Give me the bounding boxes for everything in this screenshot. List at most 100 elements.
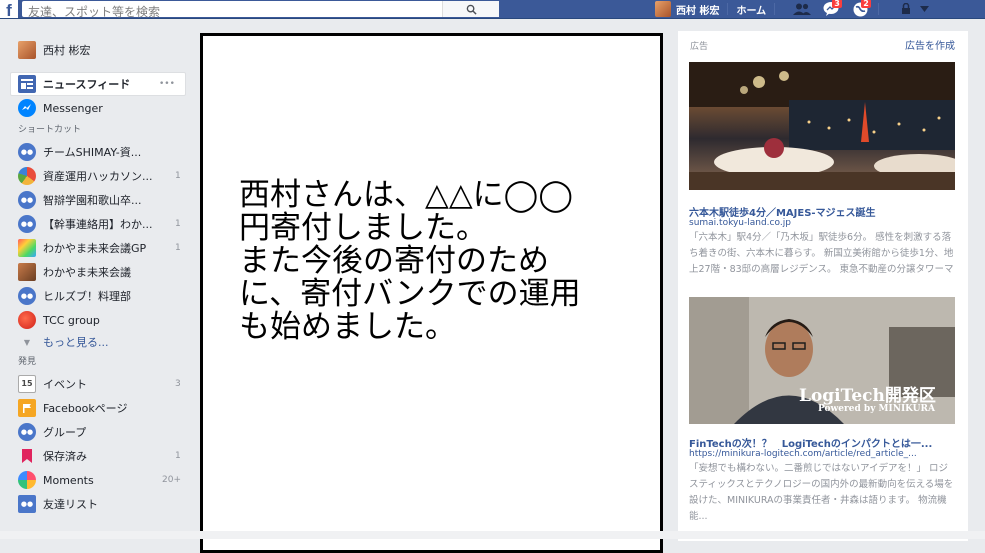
see-more-label: もっと見る... <box>43 336 109 349</box>
top-user-name[interactable]: 西村 彬宏 <box>676 2 719 17</box>
explore-label: Moments <box>43 473 94 487</box>
shortcut-label: 資産運用ハッカソン... <box>43 170 153 183</box>
group-photo-icon <box>18 263 36 281</box>
ad-title[interactable]: 六本木駅徒歩4分／MAJES-マジェス誕生 <box>689 204 957 219</box>
shortcut-count: 1 <box>175 171 181 181</box>
pie-chart-icon <box>18 167 36 185</box>
ad-description: 「妄想でも構わない。二番煎じではないアイデアを！」 ロジスティックスとテクノロジ… <box>689 463 954 522</box>
groups-icon: ●● <box>18 423 36 441</box>
ad-image-subtitle: Powered by MINIKURA <box>818 404 935 414</box>
shortcut-item[interactable]: 資産運用ハッカソン... 1 <box>0 164 200 188</box>
friend-requests-icon <box>793 3 812 15</box>
explore-label: グループ <box>43 426 87 439</box>
sidebar-item-friend-lists[interactable]: ●● 友達リスト <box>0 492 200 516</box>
profile-avatar <box>18 41 36 59</box>
messenger-icon <box>18 99 36 117</box>
friends-list-icon: ●● <box>18 495 36 513</box>
chevron-down-icon: ▼ <box>23 337 31 347</box>
explore-title: 発見 <box>18 357 37 367</box>
donation-announcement-panel: 西村さんは、△△に◯◯ 円寄付しました。 また今後の寄付のため に、寄付バンクで… <box>200 33 663 553</box>
tomato-icon <box>18 311 36 329</box>
ad-description: 「六本木」駅4分／「乃木坂」駅徒歩6分。 感性を刺激する落ち着きの街、六本木に暮… <box>689 232 954 275</box>
bottom-strip <box>0 531 985 539</box>
explore-label: イベント <box>43 378 87 391</box>
ad-image-restaurant[interactable] <box>689 62 955 190</box>
shortcut-count: 1 <box>175 219 181 229</box>
calendar-icon: 15 <box>18 375 36 393</box>
messages-button[interactable]: 3 <box>821 0 842 18</box>
shortcut-label: わかやま未来会議 <box>43 266 131 279</box>
shortcut-item[interactable]: TCC group <box>0 308 200 332</box>
explore-label: 友達リスト <box>43 498 98 511</box>
sidebar-item-messenger[interactable]: Messenger <box>0 96 200 120</box>
ads-header: 広告 <box>690 42 709 52</box>
shortcut-label: TCC group <box>43 313 100 327</box>
top-divider <box>727 3 729 15</box>
group-icon: ●● <box>18 191 36 209</box>
sidebar-item-pages[interactable]: Facebookページ <box>0 396 200 420</box>
ad-title[interactable]: FinTechの次！？ LogiTechのインパクトとは一... <box>689 435 957 450</box>
ad-image-title: LogiTech開発区 <box>799 386 936 406</box>
sidebar-profile-link[interactable]: 西村 彬宏 <box>0 38 200 62</box>
donation-message: 西村さんは、△△に◯◯ 円寄付しました。 また今後の寄付のため に、寄付バンクで… <box>239 177 581 345</box>
restaurant-photo <box>689 62 955 190</box>
see-more-link[interactable]: ▼ もっと見る... <box>0 332 200 352</box>
ad-url[interactable]: https://minikura-logitech.com/article/re… <box>689 449 957 459</box>
shortcut-item[interactable]: ●● チームSHIMAY-資... <box>0 140 200 164</box>
top-divider <box>878 3 880 15</box>
explore-label: 保存済み <box>43 450 87 463</box>
sidebar-user-name: 西村 彬宏 <box>43 44 91 57</box>
shortcut-label: チームSHIMAY-資... <box>43 146 142 159</box>
explore-count: 3 <box>175 379 181 389</box>
home-link[interactable]: ホーム <box>736 2 766 17</box>
sidebar-item-groups[interactable]: ●● グループ <box>0 420 200 444</box>
bookmark-icon <box>18 447 36 465</box>
sidebar-item-moments[interactable]: Moments 20+ <box>0 468 200 492</box>
shortcuts-title: ショートカット <box>18 125 82 135</box>
explore-count: 1 <box>175 451 181 461</box>
group-icon: ●● <box>18 143 36 161</box>
news-feed-more-icon[interactable]: ••• <box>159 79 175 89</box>
explore-label: Facebookページ <box>43 402 128 415</box>
shortcut-item[interactable]: わかやま未来会議 <box>0 260 200 284</box>
moments-icon <box>18 471 36 489</box>
messenger-label: Messenger <box>43 101 103 115</box>
explore-count: 20+ <box>162 475 181 485</box>
search-button[interactable] <box>442 1 499 17</box>
shortcut-item[interactable]: わかやま未来会議GP 1 <box>0 236 200 260</box>
group-icon: ●● <box>18 215 36 233</box>
rainbow-group-icon <box>18 239 36 257</box>
news-feed-icon <box>18 75 36 93</box>
top-divider <box>774 3 776 15</box>
shortcut-label: 智辯学園和歌山卒... <box>43 194 142 207</box>
search-box <box>22 1 499 20</box>
sidebar-item-news-feed[interactable]: ニュースフィード ••• <box>10 72 186 96</box>
top-navigation-bar: f 西村 彬宏 ホーム 3 2 <box>0 0 985 20</box>
ads-column: 広告 広告を作成 六本木駅徒歩4分／MAJES-マジェス誕生 sumai.tok… <box>678 31 968 541</box>
messages-badge: 3 <box>832 0 842 8</box>
ad-image-logitech[interactable]: LogiTech開発区 Powered by MINIKURA <box>689 297 955 424</box>
search-icon <box>466 4 477 15</box>
group-icon: ●● <box>18 287 36 305</box>
friend-requests-button[interactable] <box>792 0 812 18</box>
shortcut-item[interactable]: ●● ヒルズブ！料理部 <box>0 284 200 308</box>
shortcut-label: わかやま未来会議GP <box>43 242 147 255</box>
sidebar-item-saved[interactable]: 保存済み 1 <box>0 444 200 468</box>
shortcut-label: ヒルズブ！料理部 <box>43 290 131 303</box>
shortcut-item[interactable]: ●● 智辯学園和歌山卒... <box>0 188 200 212</box>
shortcut-item[interactable]: ●● 【幹事連絡用】わか... 1 <box>0 212 200 236</box>
caret-down-icon <box>919 6 929 12</box>
sidebar-item-events[interactable]: 15 イベント 3 <box>0 372 200 396</box>
ad-url[interactable]: sumai.tokyu-land.co.jp <box>689 218 957 228</box>
shortcut-label: 【幹事連絡用】わか... <box>43 218 153 231</box>
shortcut-count: 1 <box>175 243 181 253</box>
privacy-shortcuts-button[interactable] <box>896 0 916 18</box>
account-menu-button[interactable] <box>918 0 930 18</box>
create-ad-link[interactable]: 広告を作成 <box>905 37 955 52</box>
facebook-logo[interactable]: f <box>0 0 18 18</box>
notifications-button[interactable]: 2 <box>850 0 871 18</box>
top-avatar[interactable] <box>655 1 671 17</box>
top-right-nav: 西村 彬宏 ホーム 3 2 <box>655 0 930 18</box>
news-feed-label: ニュースフィード <box>43 78 131 91</box>
search-input[interactable] <box>22 4 428 20</box>
